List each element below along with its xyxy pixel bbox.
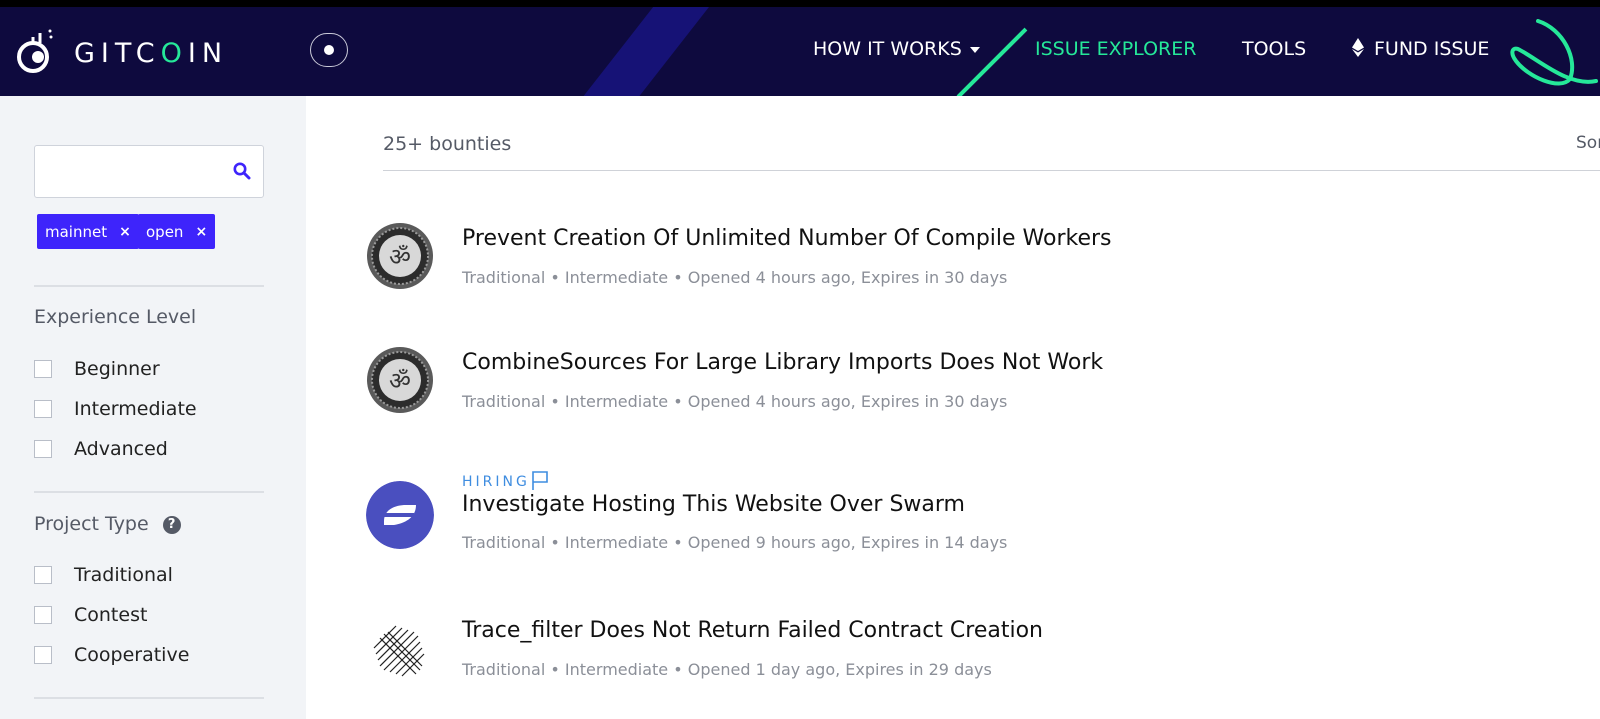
bounty-meta: Traditional • Intermediate • Opened 9 ho… [462, 533, 1008, 552]
list-item[interactable]: ॐ Prevent Creation Of Unlimited Number O… [366, 222, 1566, 292]
top-strip [0, 0, 1600, 7]
om-coin-icon: ॐ [367, 347, 433, 413]
ethereum-icon [1352, 38, 1364, 57]
project-type-title: Project Type? [34, 513, 181, 535]
bounty-title[interactable]: Investigate Hosting This Website Over Sw… [462, 492, 965, 517]
nav-how-it-works[interactable]: HOW IT WORKS [813, 38, 980, 60]
chip-label: mainnet [45, 222, 108, 241]
toggle-dot-icon [324, 45, 334, 55]
top-navbar: GITCOIN HOW IT WORKS ISSUE EXPLORER TOOL… [0, 7, 1600, 96]
nav-fund-issue-label: FUND ISSUE [1374, 38, 1490, 60]
om-coin-icon: ॐ [367, 223, 433, 289]
checkbox-label: Contest [74, 604, 148, 626]
logo-text-o: O [160, 37, 188, 69]
hiring-label: HIRING [462, 474, 530, 490]
sidebar-divider [34, 491, 264, 493]
nav-decoration-band [569, 7, 715, 96]
sidebar-divider [34, 697, 264, 699]
list-item[interactable]: HIRING Investigate Hosting This Website … [366, 470, 1566, 552]
list-divider [383, 170, 1600, 171]
filter-cooperative[interactable]: Cooperative [34, 644, 189, 666]
svg-text:ॐ: ॐ [389, 243, 411, 271]
checkbox[interactable] [34, 646, 52, 664]
logo-wordmark: GITCOIN [74, 38, 228, 69]
flag-icon [532, 471, 548, 490]
project-type-label: Project Type [34, 513, 149, 535]
search-input[interactable] [35, 146, 239, 197]
nav-issue-explorer[interactable]: ISSUE EXPLORER [1035, 38, 1196, 60]
list-item[interactable]: ॐ CombineSources For Large Library Impor… [366, 346, 1566, 416]
filter-chip-open: open × [138, 214, 216, 249]
sidebar-divider [34, 285, 264, 287]
theme-toggle[interactable] [310, 33, 348, 67]
nav-tools[interactable]: TOOLS [1242, 38, 1306, 60]
help-icon[interactable]: ? [162, 515, 181, 534]
search-icon[interactable] [233, 162, 251, 180]
filter-contest[interactable]: Contest [34, 604, 147, 626]
filter-sidebar: mainnet × open × Experience Level Beginner… [0, 96, 306, 719]
filter-advanced[interactable]: Advanced [34, 438, 168, 460]
close-icon[interactable]: × [119, 224, 131, 240]
nav-how-it-works-label: HOW IT WORKS [813, 38, 962, 60]
hiring-badge: HIRING [462, 470, 549, 490]
chip-label: open [146, 222, 184, 241]
checkbox-label: Beginner [74, 358, 160, 380]
bounty-title[interactable]: Prevent Creation Of Unlimited Number Of … [462, 226, 1112, 251]
filter-beginner[interactable]: Beginner [34, 358, 160, 380]
logo-text-part: GITC [74, 37, 161, 69]
search-box [34, 145, 264, 198]
bounty-meta: Traditional • Intermediate • Opened 4 ho… [462, 268, 1008, 287]
experience-level-title: Experience Level [34, 306, 197, 328]
bounty-meta: Traditional • Intermediate • Opened 4 ho… [462, 392, 1008, 411]
checkbox[interactable] [34, 606, 52, 624]
list-item[interactable]: Trace_filter Does Not Return Failed Cont… [366, 614, 1566, 684]
close-icon[interactable]: × [195, 224, 207, 240]
checkbox[interactable] [34, 440, 52, 458]
chevron-down-icon [969, 46, 980, 53]
brand-swoosh-icon [1510, 19, 1598, 86]
striped-diamond-icon [373, 625, 425, 677]
bounty-title[interactable]: CombineSources For Large Library Imports… [462, 350, 1103, 375]
nav-fund-issue[interactable]: FUND ISSUE [1352, 38, 1489, 60]
checkbox[interactable] [34, 566, 52, 584]
gitcoin-logo[interactable]: GITCOIN [16, 27, 228, 79]
filter-intermediate[interactable]: Intermediate [34, 398, 197, 420]
checkbox[interactable] [34, 360, 52, 378]
bounty-meta: Traditional • Intermediate • Opened 1 da… [462, 660, 992, 679]
filter-chip-mainnet: mainnet × [37, 214, 139, 249]
svg-text:ॐ: ॐ [389, 367, 411, 395]
filter-traditional[interactable]: Traditional [34, 564, 173, 586]
checkbox[interactable] [34, 400, 52, 418]
swarm-logo-icon [366, 481, 434, 549]
gitcoin-logo-icon [17, 29, 53, 73]
checkbox-label: Traditional [74, 564, 173, 586]
checkbox-label: Cooperative [74, 644, 190, 666]
bounty-count: 25+ bounties [383, 133, 512, 155]
checkbox-label: Advanced [74, 438, 168, 460]
sort-dropdown[interactable]: Sort [1576, 133, 1600, 153]
logo-text-part: IN [187, 37, 229, 69]
checkbox-label: Intermediate [74, 398, 197, 420]
bounty-title[interactable]: Trace_filter Does Not Return Failed Cont… [462, 618, 1043, 643]
